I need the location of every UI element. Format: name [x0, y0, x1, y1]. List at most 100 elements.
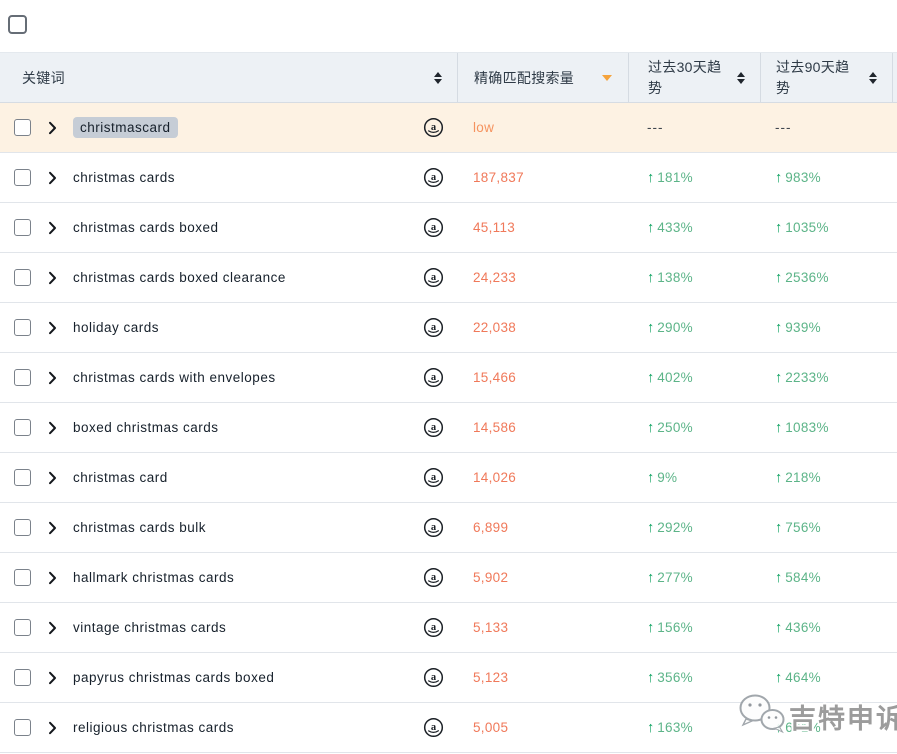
keyword-cell: vintage christmas cards a — [0, 617, 457, 638]
up-arrow-icon: ↑ — [775, 719, 783, 736]
trend-30d-percent: 292% — [657, 520, 693, 535]
up-arrow-icon: ↑ — [647, 319, 655, 336]
sort-asc-icon — [434, 71, 442, 77]
up-arrow-icon: ↑ — [775, 369, 783, 386]
up-arrow-icon: ↑ — [775, 319, 783, 336]
keyword-text[interactable]: christmas cards — [73, 170, 175, 185]
amazon-marketplace-icon[interactable]: a — [423, 467, 444, 488]
up-arrow-icon: ↑ — [775, 519, 783, 536]
trend-90d-percent: 2233% — [785, 370, 829, 385]
keyword-text[interactable]: christmas card — [73, 470, 168, 485]
up-arrow-icon: ↑ — [647, 469, 655, 486]
chevron-right-icon[interactable] — [48, 321, 57, 335]
sort-icon-trend-30d[interactable] — [737, 71, 745, 84]
amazon-marketplace-icon[interactable]: a — [423, 367, 444, 388]
amazon-marketplace-icon[interactable]: a — [423, 267, 444, 288]
keyword-text[interactable]: christmas cards bulk — [73, 520, 206, 535]
trend-90d-value: ↑ 464% — [760, 670, 893, 686]
column-header-trend-30d: 过去30天趋势 — [628, 53, 760, 102]
column-header-search-volume: 精确匹配搜索量 — [457, 53, 628, 102]
chevron-right-icon[interactable] — [48, 271, 57, 285]
trend-90d-percent: 939% — [785, 320, 821, 335]
chevron-right-icon[interactable] — [48, 121, 57, 135]
row-checkbox[interactable] — [14, 369, 31, 386]
row-checkbox[interactable] — [14, 319, 31, 336]
chevron-right-icon[interactable] — [48, 571, 57, 585]
amazon-marketplace-icon[interactable]: a — [423, 667, 444, 688]
amazon-marketplace-icon[interactable]: a — [423, 617, 444, 638]
amazon-marketplace-icon[interactable]: a — [423, 217, 444, 238]
chevron-right-icon[interactable] — [48, 721, 57, 735]
trend-30d-percent: 290% — [657, 320, 693, 335]
trend-90d-percent: 1035% — [785, 220, 829, 235]
trend-30d-percent: 156% — [657, 620, 693, 635]
trend-90d-percent: 983% — [785, 170, 821, 185]
keyword-text[interactable]: christmas cards boxed clearance — [73, 270, 286, 285]
sort-asc-icon — [869, 71, 877, 77]
trend-90d-percent: 464% — [785, 670, 821, 685]
header-stub — [893, 53, 897, 102]
amazon-marketplace-icon[interactable]: a — [423, 717, 444, 738]
keyword-text[interactable]: christmascard — [73, 117, 178, 138]
trend-30d-value: ↑ 156% — [628, 620, 760, 636]
keyword-text[interactable]: holiday cards — [73, 320, 159, 335]
row-checkbox[interactable] — [14, 619, 31, 636]
row-checkbox[interactable] — [14, 669, 31, 686]
row-checkbox[interactable] — [14, 269, 31, 286]
chevron-right-icon[interactable] — [48, 221, 57, 235]
keyword-cell: religious christmas cards a — [0, 717, 457, 738]
keyword-text[interactable]: papyrus christmas cards boxed — [73, 670, 274, 685]
amazon-marketplace-icon[interactable]: a — [423, 317, 444, 338]
keyword-text[interactable]: christmas cards boxed — [73, 220, 219, 235]
chevron-right-icon[interactable] — [48, 371, 57, 385]
table-row: christmas cards bulk a 6,899 ↑ 292% ↑ 756% — [0, 503, 897, 553]
row-checkbox[interactable] — [14, 569, 31, 586]
sort-icon-search-volume-active-desc[interactable] — [602, 74, 612, 81]
trend-30d-value: ↑ 292% — [628, 520, 760, 536]
table-row: christmascard a low --- --- — [0, 103, 897, 153]
chevron-right-icon[interactable] — [48, 471, 57, 485]
row-checkbox[interactable] — [14, 719, 31, 736]
column-label-keyword: 关键词 — [22, 69, 65, 86]
chevron-right-icon[interactable] — [48, 621, 57, 635]
row-checkbox[interactable] — [14, 469, 31, 486]
trend-30d-value: ↑ 277% — [628, 570, 760, 586]
select-all-checkbox[interactable] — [8, 15, 27, 34]
keyword-cell: christmas cards boxed clearance a — [0, 267, 457, 288]
keyword-cell: papyrus christmas cards boxed a — [0, 667, 457, 688]
trend-30d-value: ↑ 181% — [628, 170, 760, 186]
search-volume-value: low — [473, 120, 495, 135]
amazon-marketplace-icon[interactable]: a — [423, 117, 444, 138]
amazon-marketplace-icon[interactable]: a — [423, 167, 444, 188]
keyword-text[interactable]: vintage christmas cards — [73, 620, 226, 635]
up-arrow-icon: ↑ — [647, 669, 655, 686]
amazon-marketplace-icon[interactable]: a — [423, 417, 444, 438]
chevron-right-icon[interactable] — [48, 171, 57, 185]
row-checkbox[interactable] — [14, 519, 31, 536]
amazon-marketplace-icon[interactable]: a — [423, 567, 444, 588]
chevron-right-icon[interactable] — [48, 671, 57, 685]
chevron-right-icon[interactable] — [48, 521, 57, 535]
chevron-right-icon[interactable] — [48, 421, 57, 435]
column-label-trend-90d: 过去90天趋势 — [776, 58, 850, 96]
keyword-text[interactable]: hallmark christmas cards — [73, 570, 234, 585]
table-row: boxed christmas cards a 14,586 ↑ 250% ↑ 10… — [0, 403, 897, 453]
keyword-cell: holiday cards a — [0, 317, 457, 338]
keyword-text[interactable]: christmas cards with envelopes — [73, 370, 276, 385]
sort-icon-trend-90d[interactable] — [869, 71, 877, 84]
row-checkbox[interactable] — [14, 419, 31, 436]
svg-text:a: a — [431, 372, 437, 383]
trend-30d-percent: 9% — [657, 470, 678, 485]
amazon-marketplace-icon[interactable]: a — [423, 517, 444, 538]
row-checkbox[interactable] — [14, 219, 31, 236]
trend-90d-value: ↑ 1035% — [760, 220, 893, 236]
sort-icon-keyword[interactable] — [434, 71, 442, 84]
search-volume-value: 14,026 — [473, 470, 517, 485]
search-volume-value: 5,005 — [473, 720, 509, 735]
row-checkbox[interactable] — [14, 119, 31, 136]
keyword-text[interactable]: religious christmas cards — [73, 720, 234, 735]
search-volume-value: 22,038 — [473, 320, 517, 335]
keyword-text[interactable]: boxed christmas cards — [73, 420, 219, 435]
row-checkbox[interactable] — [14, 169, 31, 186]
column-label-search-volume: 精确匹配搜索量 — [474, 69, 575, 86]
